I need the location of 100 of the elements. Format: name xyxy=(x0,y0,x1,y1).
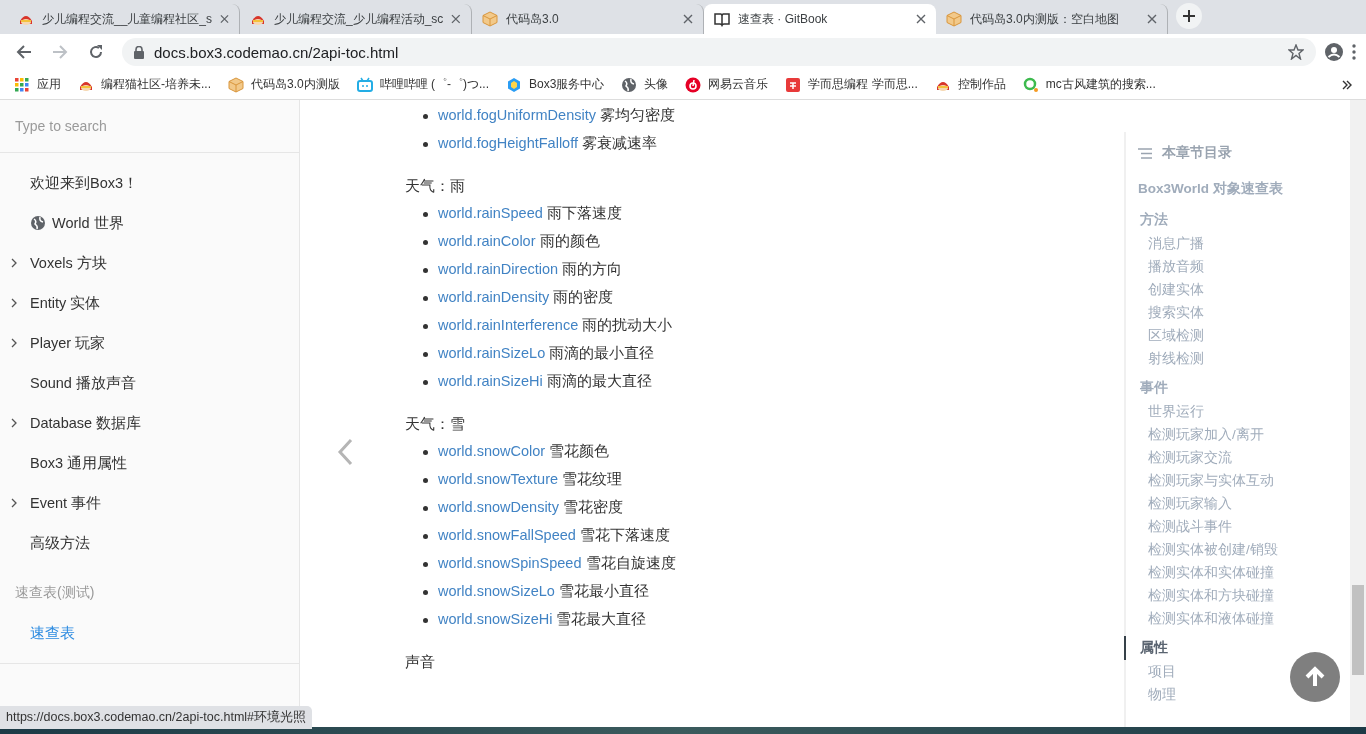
toc-group[interactable]: 方法 xyxy=(1124,208,1350,232)
list-item: world.fogHeightFalloff 雾衰减速率 xyxy=(438,134,657,154)
browser-tab[interactable]: 速查表 · GitBook xyxy=(704,4,936,34)
toc-item[interactable]: 检测实体和方块碰撞 xyxy=(1138,584,1350,607)
bullet-icon xyxy=(423,239,428,245)
toc-item[interactable]: 检测玩家加入/离开 xyxy=(1138,423,1350,446)
address-bar[interactable]: docs.box3.codemao.cn/2api-toc.html xyxy=(122,38,1316,66)
nav-item[interactable]: Entity 实体 xyxy=(0,283,299,323)
bookmark[interactable]: mc古风建筑的搜索... xyxy=(1022,76,1156,93)
close-icon[interactable] xyxy=(1147,14,1157,24)
toc-item[interactable]: 搜索实体 xyxy=(1138,301,1350,324)
code-link[interactable]: world.snowTexture xyxy=(438,471,559,488)
list-item: world.snowDensity 雪花密度 xyxy=(438,498,623,518)
toc-item[interactable]: 射线检测 xyxy=(1138,347,1350,370)
toc-item[interactable]: 播放音频 xyxy=(1138,255,1350,278)
bookmark[interactable]: 头像 xyxy=(621,76,669,93)
toc-item[interactable]: 项目 xyxy=(1138,660,1350,683)
code-link[interactable]: world.snowSpinSpeed xyxy=(438,555,582,572)
bullet-icon xyxy=(423,141,428,147)
code-link[interactable]: world.snowDensity xyxy=(438,499,559,516)
bookmark[interactable]: 控制作品 xyxy=(934,76,1006,93)
back-arrow-icon xyxy=(16,44,32,60)
list-item: world.rainInterference 雨的扰动大小 xyxy=(438,316,673,336)
list-item: world.rainSizeLo 雨滴的最小直径 xyxy=(438,344,655,364)
toc-item[interactable]: 区域检测 xyxy=(1138,324,1350,347)
chevron-icon[interactable] xyxy=(1342,79,1352,90)
up-arrow-icon xyxy=(1304,666,1326,688)
toc-item[interactable]: 世界运行 xyxy=(1138,400,1350,423)
bookmark[interactable]: 编程猫社区-培养未... xyxy=(78,76,211,93)
menu-icon[interactable] xyxy=(1352,44,1356,60)
nav-item[interactable]: World 世界 xyxy=(0,203,299,243)
code-link[interactable]: world.fogHeightFalloff xyxy=(438,135,578,152)
scrollbar[interactable] xyxy=(1350,100,1366,727)
nav-item[interactable]: Voxels 方块 xyxy=(0,243,299,283)
bullet-icon xyxy=(423,477,428,483)
list-icon xyxy=(1138,147,1152,159)
section-heading: 天气：雪 xyxy=(405,414,466,434)
toc-item[interactable]: 检测战斗事件 xyxy=(1138,515,1350,538)
bullet-icon xyxy=(423,589,428,595)
bookmark[interactable]: 代码岛3.0内测版 xyxy=(228,76,340,93)
star-icon[interactable] xyxy=(1288,44,1304,60)
bullet-icon xyxy=(423,211,428,217)
bullet-icon xyxy=(423,351,428,357)
toc-group[interactable]: 事件 xyxy=(1124,376,1350,400)
list-item: world.snowSpinSpeed 雪花自旋速度 xyxy=(438,554,676,574)
scrollbar-thumb[interactable] xyxy=(1352,585,1364,675)
toc-item[interactable]: 消息广播 xyxy=(1138,232,1350,255)
toc-item[interactable]: 检测玩家与实体互动 xyxy=(1138,469,1350,492)
bookmark[interactable]: 网易云音乐 xyxy=(685,76,769,93)
code-link[interactable]: world.rainSpeed xyxy=(438,205,543,222)
toc-item[interactable]: 创建实体 xyxy=(1138,278,1350,301)
bullet-icon xyxy=(423,379,428,385)
toc-item[interactable]: 检测实体和实体碰撞 xyxy=(1138,561,1350,584)
code-link[interactable]: world.snowSizeHi xyxy=(438,611,553,628)
toc-item[interactable]: 检测玩家输入 xyxy=(1138,492,1350,515)
list-item: world.snowTexture 雪花纹理 xyxy=(438,470,623,490)
hexagon-icon xyxy=(506,76,522,93)
close-icon[interactable] xyxy=(683,14,693,24)
code-link[interactable]: world.rainDirection xyxy=(438,261,559,278)
bookmark[interactable]: 应用 xyxy=(14,76,61,93)
toc-item[interactable]: 物理 xyxy=(1138,683,1350,706)
music-icon xyxy=(685,76,702,93)
bullet-icon xyxy=(423,267,428,273)
cube-icon xyxy=(228,76,244,93)
cube-icon xyxy=(946,11,962,27)
bookmark[interactable]: 哔哩哔哩 (゜-゜)つ... xyxy=(356,76,489,93)
code-link[interactable]: world.rainDensity xyxy=(438,289,550,306)
code-link[interactable]: world.rainSizeHi xyxy=(438,373,543,390)
bookmark[interactable]: Box3服务中心 xyxy=(506,76,605,93)
close-icon[interactable] xyxy=(451,14,461,24)
code-link[interactable]: world.snowFallSpeed xyxy=(438,527,576,544)
list-item: world.rainDensity 雨的密度 xyxy=(438,288,614,308)
account-icon[interactable] xyxy=(1324,42,1344,62)
nav-item[interactable]: 高级方法 xyxy=(0,523,299,563)
lock-icon xyxy=(134,45,144,59)
code-link[interactable]: world.fogUniformDensity xyxy=(438,107,596,124)
toc-item[interactable]: 检测实体被创建/销毁 xyxy=(1138,538,1350,561)
nav-item[interactable]: Box3 通用属性 xyxy=(0,443,299,483)
close-icon[interactable] xyxy=(220,14,229,24)
code-link[interactable]: world.snowSizeLo xyxy=(438,583,555,600)
nav-item[interactable]: Database 数据库 xyxy=(0,403,299,443)
list-item: world.rainDirection 雨的方向 xyxy=(438,260,623,280)
nav-item[interactable]: Event 事件 xyxy=(0,483,299,523)
toc-item[interactable]: 检测玩家交流 xyxy=(1138,446,1350,469)
bookmark[interactable]: 学而思编程 学而思... xyxy=(785,76,918,93)
new-tab-button[interactable] xyxy=(1176,3,1202,29)
toc-item[interactable]: 检测实体和液体碰撞 xyxy=(1138,607,1350,630)
toc-heading[interactable]: Box3World 对象速查表 xyxy=(1138,176,1350,202)
nav-item[interactable]: Sound 播放声音 xyxy=(0,363,299,403)
nav-item[interactable]: 欢迎来到Box3！ xyxy=(0,163,299,203)
code-link[interactable]: world.rainInterference xyxy=(438,317,579,334)
apps-icon xyxy=(14,76,30,93)
reload-icon xyxy=(88,44,104,60)
code-link[interactable]: world.rainColor xyxy=(438,233,536,250)
close-icon[interactable] xyxy=(916,14,926,24)
code-link[interactable]: world.snowColor xyxy=(438,443,546,460)
code-link[interactable]: world.rainSizeLo xyxy=(438,345,546,362)
nav-item[interactable]: Player 玩家 xyxy=(0,323,299,363)
bullet-icon xyxy=(423,323,428,329)
nav-item[interactable]: 速查表 xyxy=(0,613,299,653)
